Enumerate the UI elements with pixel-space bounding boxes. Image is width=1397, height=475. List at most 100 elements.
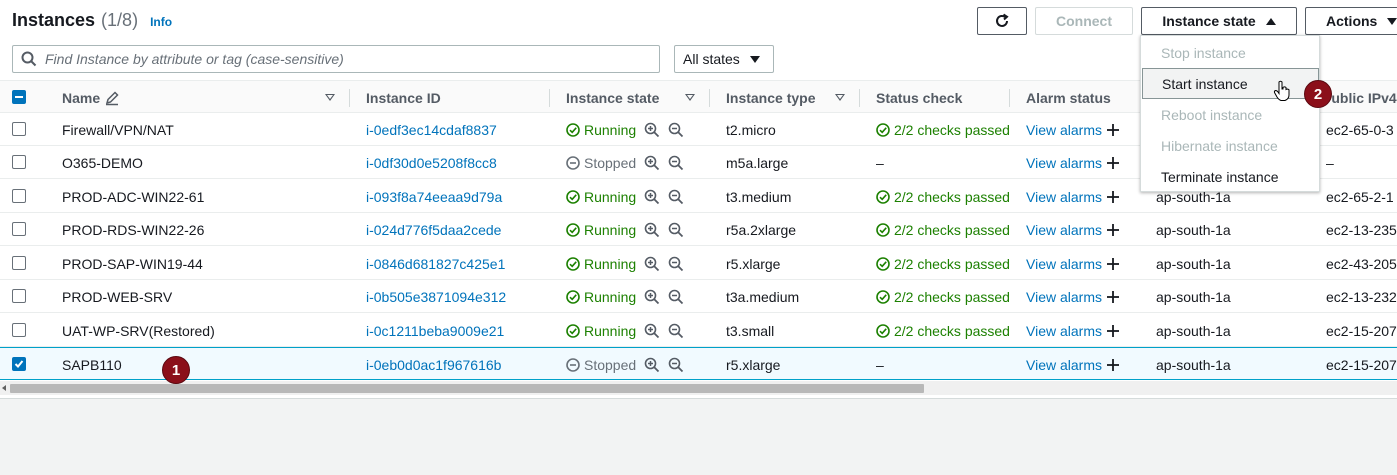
view-alarms-link[interactable]: View alarms: [1026, 357, 1102, 373]
menu-item-terminate-instance[interactable]: Terminate instance: [1141, 161, 1319, 192]
zoom-out-icon[interactable]: [668, 323, 684, 339]
info-link[interactable]: Info: [150, 15, 172, 29]
zoom-out-icon[interactable]: [668, 122, 684, 138]
add-alarm-icon[interactable]: [1106, 324, 1120, 338]
column-instance-type[interactable]: Instance type: [726, 81, 815, 114]
view-alarms-link[interactable]: View alarms: [1026, 289, 1102, 305]
instance-state-button[interactable]: Instance state: [1141, 7, 1297, 35]
zoom-out-icon[interactable]: [668, 357, 684, 373]
instance-state-text: Running: [584, 221, 637, 238]
zoom-in-icon[interactable]: [644, 357, 660, 373]
instance-state-text: Running: [584, 288, 637, 305]
add-alarm-icon[interactable]: [1106, 290, 1120, 304]
add-alarm-icon[interactable]: [1106, 156, 1120, 170]
table-row[interactable]: PROD-SAP-WIN19-44 i-0846d681827c425e1 Runn…: [0, 247, 1397, 280]
column-divider[interactable]: [709, 89, 710, 107]
sort-state-icon[interactable]: [685, 94, 695, 101]
instance-id-link[interactable]: i-0c1211beba9009e21: [366, 314, 546, 347]
table-row[interactable]: PROD-RDS-WIN22-26 i-024d776f5daa2cede Runn…: [0, 213, 1397, 246]
menu-item-reboot-instance[interactable]: Reboot instance: [1141, 99, 1319, 130]
menu-item-stop-instance[interactable]: Stop instance: [1141, 37, 1319, 68]
instance-id-link[interactable]: i-0b505e3871094e312: [366, 280, 546, 313]
menu-item-hibernate-instance[interactable]: Hibernate instance: [1141, 130, 1319, 161]
view-alarms-link[interactable]: View alarms: [1026, 122, 1102, 138]
horizontal-scrollbar[interactable]: [0, 381, 1397, 395]
add-alarm-icon[interactable]: [1106, 190, 1120, 204]
row-checkbox[interactable]: [12, 323, 26, 337]
refresh-button[interactable]: [977, 7, 1027, 35]
row-checkbox[interactable]: [12, 357, 26, 371]
status-pass-icon: [876, 323, 890, 338]
row-checkbox[interactable]: [12, 222, 26, 236]
view-alarms-link[interactable]: View alarms: [1026, 155, 1102, 171]
view-alarms-link[interactable]: View alarms: [1026, 222, 1102, 238]
connect-button[interactable]: Connect: [1035, 7, 1133, 35]
column-divider[interactable]: [349, 89, 350, 107]
instance-id-link[interactable]: i-0846d681827c425e1: [366, 247, 546, 280]
row-checkbox[interactable]: [12, 155, 26, 169]
view-alarms-link[interactable]: View alarms: [1026, 189, 1102, 205]
table-row[interactable]: PROD-WEB-SRV i-0b505e3871094e312 Running t3…: [0, 280, 1397, 313]
instance-type: t3a.medium: [726, 288, 800, 305]
column-divider[interactable]: [549, 89, 550, 107]
instance-type: t2.micro: [726, 121, 776, 138]
instance-name: PROD-SAP-WIN19-44: [62, 255, 203, 272]
scrollbar-thumb[interactable]: [10, 384, 924, 393]
column-name-label: Name: [62, 89, 101, 106]
zoom-in-icon[interactable]: [644, 323, 660, 339]
zoom-in-icon[interactable]: [644, 289, 660, 305]
chevron-down-icon: [749, 55, 760, 63]
status-check-text: –: [876, 154, 884, 171]
column-divider[interactable]: [859, 89, 860, 107]
zoom-in-icon[interactable]: [644, 189, 660, 205]
zoom-in-icon[interactable]: [644, 256, 660, 272]
zoom-out-icon[interactable]: [668, 256, 684, 272]
search-input[interactable]: [45, 51, 645, 67]
column-divider[interactable]: [1009, 89, 1010, 107]
column-status-check[interactable]: Status check: [876, 81, 962, 114]
sort-type-icon[interactable]: [835, 94, 845, 101]
zoom-in-icon[interactable]: [644, 122, 660, 138]
instance-id-link[interactable]: i-024d776f5daa2cede: [366, 213, 546, 246]
row-checkbox[interactable]: [12, 189, 26, 203]
row-checkbox[interactable]: [12, 256, 26, 270]
add-alarm-icon[interactable]: [1106, 223, 1120, 237]
column-name[interactable]: Name: [62, 81, 120, 114]
zoom-out-icon[interactable]: [668, 289, 684, 305]
zoom-in-icon[interactable]: [644, 222, 660, 238]
column-instance-state[interactable]: Instance state: [566, 81, 659, 114]
column-public-ipv4[interactable]: Public IPv4: [1322, 81, 1397, 114]
public-ipv4-dns: ec2-43-205: [1326, 255, 1397, 272]
search-box[interactable]: [12, 45, 660, 73]
view-alarms-link[interactable]: View alarms: [1026, 256, 1102, 272]
table-row[interactable]: SAPB110 i-0eb0d0ac1f967616b Stopped r5.xlar…: [0, 347, 1397, 380]
sort-name-icon[interactable]: [325, 94, 335, 101]
instance-id-link[interactable]: i-0edf3ec14cdaf8837: [366, 113, 546, 146]
select-all-checkbox[interactable]: [12, 90, 26, 104]
instance-id-link[interactable]: i-093f8a74eeaa9d79a: [366, 180, 546, 213]
instance-id-link[interactable]: i-0df30d0e5208f8cc8: [366, 146, 546, 179]
column-instance-id[interactable]: Instance ID: [366, 81, 441, 114]
row-checkbox[interactable]: [12, 122, 26, 136]
view-alarms-link[interactable]: View alarms: [1026, 323, 1102, 339]
zoom-out-icon[interactable]: [668, 222, 684, 238]
instance-name: UAT-WP-SRV(Restored): [62, 322, 215, 339]
instance-id-link[interactable]: i-0eb0d0ac1f967616b: [366, 348, 546, 381]
add-alarm-icon[interactable]: [1106, 257, 1120, 271]
stopped-minus-icon: [566, 155, 580, 170]
actions-button[interactable]: Actions: [1305, 7, 1397, 35]
scroll-left-icon[interactable]: [2, 385, 6, 391]
instance-type: r5.xlarge: [726, 255, 781, 272]
table-row[interactable]: UAT-WP-SRV(Restored) i-0c1211beba9009e21 R…: [0, 314, 1397, 347]
menu-item-start-instance[interactable]: Start instance: [1142, 68, 1319, 99]
zoom-out-icon[interactable]: [668, 155, 684, 171]
zoom-in-icon[interactable]: [644, 155, 660, 171]
add-alarm-icon[interactable]: [1106, 358, 1120, 372]
zoom-out-icon[interactable]: [668, 189, 684, 205]
column-alarm-status[interactable]: Alarm status: [1026, 81, 1111, 114]
edit-pencil-icon[interactable]: [104, 90, 120, 106]
availability-zone: ap-south-1a: [1156, 221, 1231, 238]
row-checkbox[interactable]: [12, 289, 26, 303]
state-filter-select[interactable]: All states: [674, 45, 774, 73]
add-alarm-icon[interactable]: [1106, 123, 1120, 137]
